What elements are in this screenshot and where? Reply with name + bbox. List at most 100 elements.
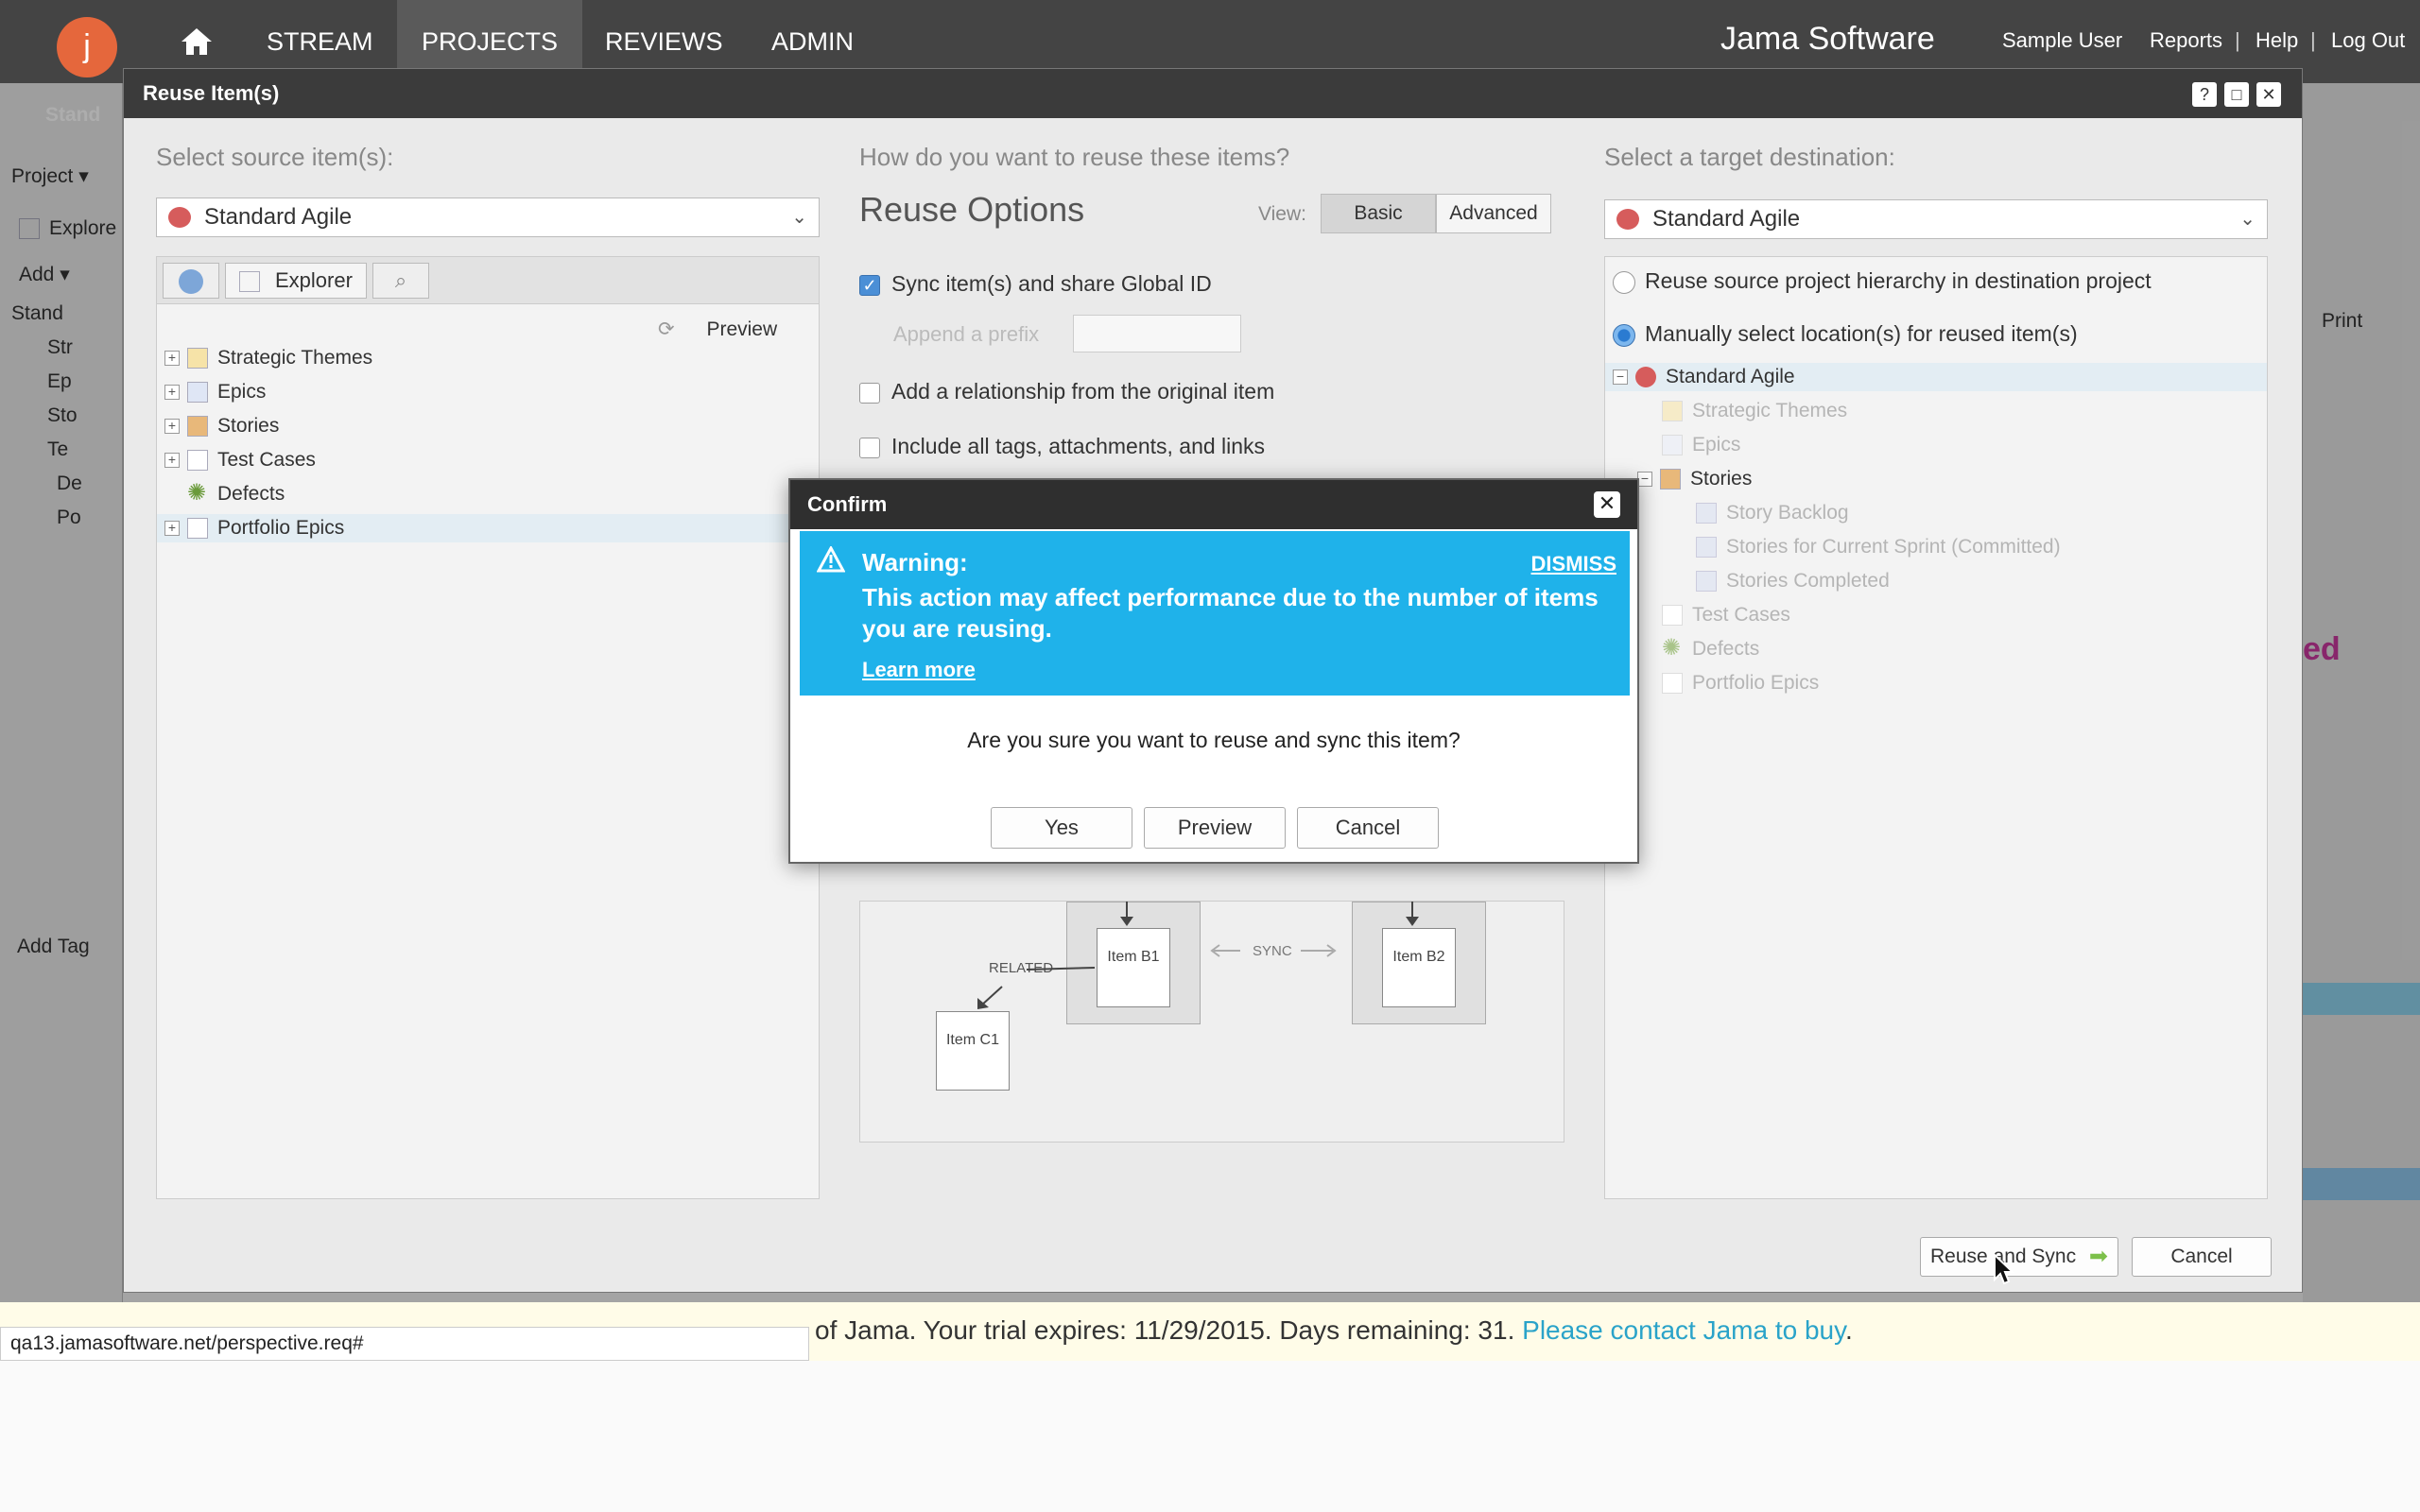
expand-icon[interactable]: + — [164, 453, 180, 469]
tree-item[interactable]: Story Backlog — [1696, 499, 1849, 527]
relationship-checkbox[interactable] — [859, 382, 880, 404]
preview-label: Preview — [706, 318, 778, 340]
help-link[interactable]: Help — [2256, 28, 2298, 53]
include-checkbox[interactable] — [859, 437, 880, 458]
tree-label: Stories Completed — [1726, 570, 1890, 592]
source-heading: Select source item(s): — [156, 143, 394, 171]
tree-item[interactable]: Stories Completed — [1696, 567, 1890, 595]
tree-item[interactable]: Portfolio Epics — [1662, 669, 1819, 697]
close-icon[interactable]: ✕ — [2256, 82, 2281, 107]
grid-icon — [1660, 469, 1681, 490]
sync-checkbox[interactable]: ✓ — [859, 274, 880, 296]
help-icon[interactable]: ? — [2192, 82, 2217, 107]
warning-banner: Warning: DISMISS This action may affect … — [800, 531, 1630, 696]
collapse-icon[interactable]: − — [1613, 369, 1628, 386]
preview-button[interactable]: ⟳ Preview — [658, 318, 777, 341]
target-project-select[interactable]: Standard Agile ⌄ — [1604, 199, 2268, 239]
manual-radio[interactable] — [1613, 323, 1635, 347]
hierarchy-label: Reuse source project hierarchy in destin… — [1645, 268, 2152, 293]
options-heading: How do you want to reuse these items? — [859, 143, 1290, 171]
source-toolbar: Explorer ⌕ — [157, 257, 819, 304]
tree-label: Strategic Themes — [1692, 400, 1848, 421]
user-avatar-logo[interactable]: j — [57, 17, 117, 77]
learn-more-link[interactable]: Learn more — [862, 658, 976, 682]
expand-icon[interactable]: + — [164, 419, 180, 435]
yes-button[interactable]: Yes — [991, 807, 1132, 849]
view-basic-tab[interactable]: Basic — [1321, 194, 1436, 233]
tree-item[interactable]: Epics — [1662, 431, 1740, 459]
include-option[interactable]: Include all tags, attachments, and links — [859, 434, 1265, 459]
warning-icon — [817, 546, 845, 573]
expand-icon[interactable]: + — [164, 521, 180, 537]
sync-label: Sync item(s) and share Global ID — [891, 271, 1212, 296]
tree-item[interactable]: + Strategic Themes — [164, 344, 372, 372]
confirm-dialog: Confirm ✕ Warning: DISMISS This action m… — [788, 478, 1639, 864]
tree-item[interactable]: ✺ Defects — [1662, 635, 1759, 663]
tree-item[interactable]: Strategic Themes — [1662, 397, 1847, 425]
tree-item[interactable]: Test Cases — [1662, 601, 1790, 629]
tree-item[interactable]: + Portfolio Epics — [157, 514, 819, 542]
confirm-question: Are you sure you want to reuse and sync … — [967, 728, 1461, 752]
tree-label: Standard Agile — [1666, 366, 1795, 387]
reuse-and-sync-button[interactable]: Reuse and Sync ➡ — [1920, 1237, 2118, 1277]
document-icon — [1662, 605, 1683, 627]
target-project-value: Standard Agile — [1652, 206, 1801, 232]
source-panel: Explorer ⌕ ⟳ Preview + Strategic Themes +… — [156, 256, 820, 1199]
explorer-icon — [239, 271, 260, 292]
maximize-icon[interactable]: □ — [2224, 82, 2249, 107]
tree-item[interactable]: − Stories — [1637, 465, 1752, 493]
app-screen: j STREAM PROJECTS REVIEWS ADMIN Jama Sof… — [0, 0, 2420, 1361]
source-project-value: Standard Agile — [204, 204, 353, 230]
preview-button[interactable]: Preview — [1144, 807, 1286, 849]
relationship-option[interactable]: Add a relationship from the original ite… — [859, 379, 1274, 404]
tree-label: Defects — [1692, 638, 1760, 660]
arrow-right-icon: ➡ — [2088, 1244, 2108, 1269]
hierarchy-radio[interactable] — [1613, 270, 1635, 294]
logout-link[interactable]: Log Out — [2331, 28, 2405, 53]
view-advanced-tab[interactable]: Advanced — [1436, 194, 1551, 233]
tree-item[interactable]: + Stories — [164, 412, 279, 440]
nav-separator: | — [2235, 28, 2240, 52]
tree-item[interactable]: Stories for Current Sprint (Committed) — [1696, 533, 2061, 561]
manual-option[interactable]: Manually select location(s) for reused i… — [1613, 321, 2078, 347]
reports-link[interactable]: Reports — [2150, 28, 2222, 53]
explorer-tab[interactable]: Explorer — [225, 263, 367, 299]
search-icon[interactable]: ⌕ — [372, 263, 429, 299]
brand-name: Jama Software — [1720, 21, 1935, 57]
target-heading: Select a target destination: — [1604, 143, 1895, 171]
dismiss-link[interactable]: DISMISS — [1531, 552, 1616, 576]
sync-option[interactable]: ✓ Sync item(s) and share Global ID — [859, 271, 1212, 297]
folder-icon — [1662, 401, 1683, 422]
reuse-cancel-button[interactable]: Cancel — [2132, 1237, 2272, 1277]
globe-icon[interactable] — [163, 263, 219, 299]
manual-label: Manually select location(s) for reused i… — [1645, 321, 2078, 346]
expand-icon[interactable]: + — [164, 385, 180, 401]
collapse-icon[interactable]: − — [1637, 472, 1652, 488]
tree-item[interactable]: ✺ Defects — [187, 480, 285, 508]
tree-label: Story Backlog — [1726, 502, 1849, 524]
document-icon — [1662, 435, 1683, 456]
source-project-select[interactable]: Standard Agile ⌄ — [156, 198, 820, 237]
trial-period: . — [1845, 1315, 1853, 1345]
nav-separator: | — [2310, 28, 2316, 52]
dialog-title: Reuse Item(s) — [124, 69, 2302, 118]
user-link[interactable]: Sample User — [2002, 28, 2122, 53]
tree-label: Portfolio Epics — [1692, 672, 1820, 694]
home-icon[interactable] — [178, 23, 216, 60]
contact-jama-link[interactable]: Please contact Jama to buy — [1522, 1315, 1845, 1345]
expand-icon[interactable]: + — [164, 351, 180, 367]
target-tree-root[interactable]: − Standard Agile — [1605, 363, 2267, 391]
prefix-input[interactable] — [1073, 315, 1241, 352]
cancel-button[interactable]: Cancel — [1297, 807, 1439, 849]
hierarchy-option[interactable]: Reuse source project hierarchy in destin… — [1613, 268, 2152, 294]
chevron-down-icon: ⌄ — [2239, 209, 2256, 230]
close-icon[interactable]: ✕ — [1594, 491, 1620, 518]
status-bar-url: qa13.jamasoftware.net/perspective.req# — [0, 1327, 809, 1361]
tree-label: Test Cases — [217, 449, 316, 471]
tree-item[interactable]: + Epics — [164, 378, 266, 406]
tree-item[interactable]: + Test Cases — [164, 446, 316, 474]
view-label: View: — [1258, 203, 1306, 225]
refresh-icon[interactable]: ⟳ — [658, 318, 675, 340]
confirm-title: Confirm — [790, 480, 1637, 529]
prefix-label: Append a prefix — [893, 322, 1040, 346]
